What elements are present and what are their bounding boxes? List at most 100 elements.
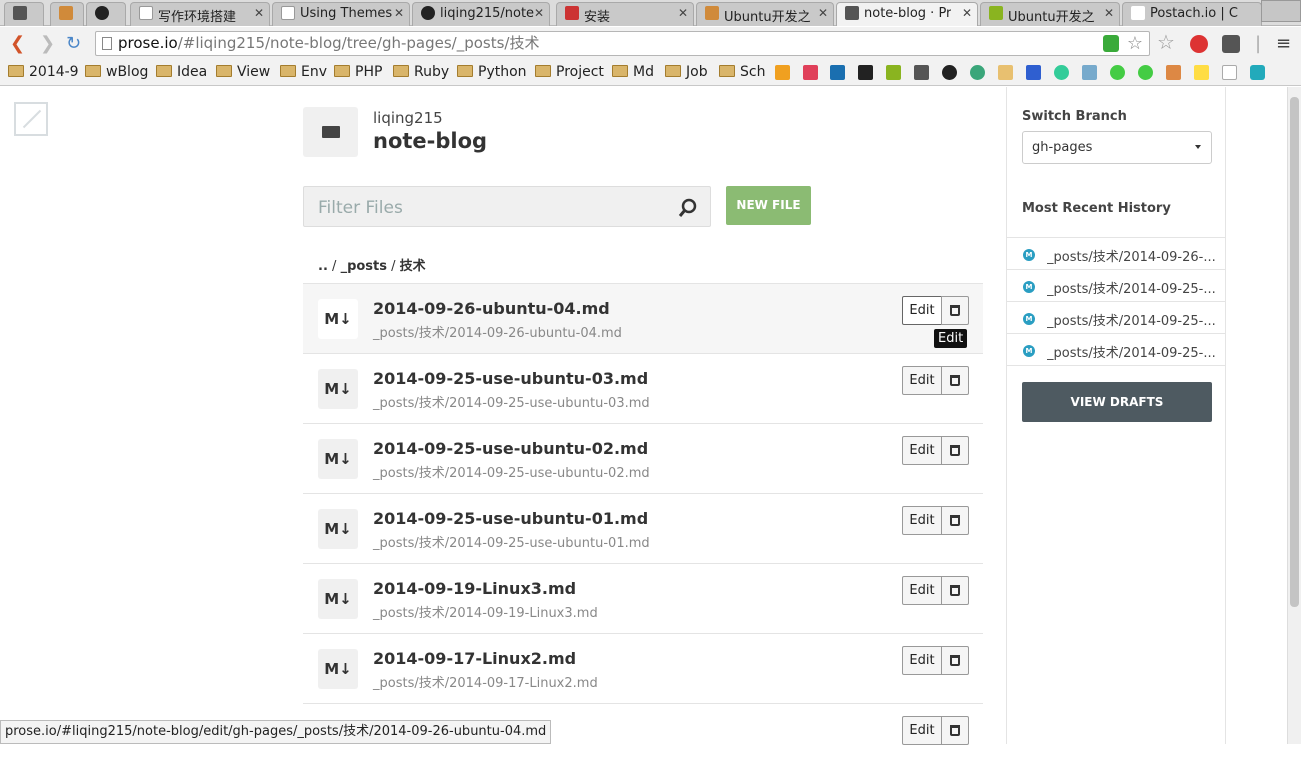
delete-button[interactable] bbox=[941, 716, 969, 745]
view-drafts-button[interactable]: VIEW DRAFTS bbox=[1022, 382, 1212, 422]
edit-button[interactable]: Edit bbox=[902, 436, 942, 465]
extension-icon[interactable] bbox=[1222, 35, 1240, 53]
tab-close-icon[interactable]: ✕ bbox=[1104, 6, 1114, 20]
delete-button[interactable] bbox=[941, 436, 969, 465]
file-row[interactable]: M↓ 2014-09-17-Linux2.md _posts/技术/2014-0… bbox=[303, 633, 983, 703]
branch-select[interactable]: gh-pages bbox=[1022, 131, 1212, 164]
prose-icon[interactable] bbox=[914, 65, 929, 80]
file-name[interactable]: 2014-09-19-Linux3.md bbox=[373, 579, 576, 598]
file-name[interactable]: 2014-09-25-use-ubuntu-03.md bbox=[373, 369, 648, 388]
edit-button[interactable]: Edit bbox=[902, 576, 942, 605]
delete-button[interactable] bbox=[941, 366, 969, 395]
bookmark-folder[interactable]: PHP bbox=[334, 64, 382, 80]
delete-button[interactable] bbox=[941, 576, 969, 605]
history-item[interactable]: M _posts/技术/2014-09-25-... bbox=[1007, 270, 1226, 302]
bookmark-star-icon[interactable]: ☆ bbox=[1157, 30, 1175, 54]
file-row[interactable]: M↓ 2014-09-25-use-ubuntu-02.md _posts/技术… bbox=[303, 423, 983, 493]
edit-button[interactable]: Edit bbox=[902, 716, 942, 745]
bookmark-folder[interactable]: Python bbox=[457, 64, 527, 80]
history-item[interactable]: M _posts/技术/2014-09-26-... bbox=[1007, 238, 1226, 270]
page-icon[interactable] bbox=[1222, 65, 1237, 80]
scrollbar-thumb[interactable] bbox=[1290, 97, 1299, 607]
bookmark-icon[interactable] bbox=[970, 65, 985, 80]
bookmark-folder[interactable]: Ruby bbox=[393, 64, 449, 80]
delete-button[interactable] bbox=[941, 296, 969, 325]
bookmark-folder[interactable]: Env bbox=[280, 64, 327, 80]
file-row[interactable]: M↓ 2014-09-25-use-ubuntu-03.md _posts/技术… bbox=[303, 353, 983, 423]
breadcrumb-posts[interactable]: _posts bbox=[341, 259, 387, 274]
bookmark-folder[interactable]: 2014-9 bbox=[8, 64, 79, 80]
chrome-icon[interactable] bbox=[1054, 65, 1069, 80]
tab-3[interactable]: 写作环境搭建 ✕ bbox=[130, 2, 270, 26]
file-name[interactable]: 2014-09-26-ubuntu-04.md bbox=[373, 299, 610, 318]
filter-files-input[interactable]: Filter Files bbox=[303, 186, 711, 227]
history-item[interactable]: M _posts/技术/2014-09-25-... bbox=[1007, 334, 1226, 366]
tab-close-icon[interactable]: ✕ bbox=[534, 6, 544, 20]
tab-close-icon[interactable]: ✕ bbox=[254, 6, 264, 20]
wechat-icon[interactable] bbox=[1110, 65, 1125, 80]
reload-icon[interactable]: ↻ bbox=[66, 33, 81, 54]
tab-1[interactable] bbox=[50, 2, 84, 26]
bookmark-folder[interactable]: Sch bbox=[719, 64, 765, 80]
bookmark-icon[interactable] bbox=[998, 65, 1013, 80]
delete-button[interactable] bbox=[941, 646, 969, 675]
bookmark-icon[interactable] bbox=[1194, 65, 1209, 80]
bookmark-icon[interactable] bbox=[830, 65, 845, 80]
tab-close-icon[interactable]: ✕ bbox=[962, 6, 972, 20]
edit-button[interactable]: Edit bbox=[902, 646, 942, 675]
bookmark-icon[interactable] bbox=[775, 65, 790, 80]
breadcrumb-up[interactable]: .. bbox=[318, 259, 328, 274]
tab-5[interactable]: liqing215/note ✕ bbox=[412, 2, 550, 26]
cloud-icon[interactable] bbox=[1082, 65, 1097, 80]
bookmark-folder[interactable]: Job bbox=[665, 64, 708, 80]
tab-0[interactable] bbox=[4, 2, 44, 26]
tab-8-active[interactable]: note-blog · Pr ✕ bbox=[836, 2, 978, 26]
back-icon[interactable]: ❮ bbox=[10, 33, 25, 54]
bookmark-icon[interactable] bbox=[1250, 65, 1265, 80]
new-file-button[interactable]: NEW FILE bbox=[726, 186, 811, 225]
file-name[interactable]: 2014-09-25-use-ubuntu-02.md bbox=[373, 439, 648, 458]
file-row[interactable]: M↓ 2014-09-26-ubuntu-04.md _posts/技术/201… bbox=[303, 283, 983, 353]
history-item[interactable]: M _posts/技术/2014-09-25-... bbox=[1007, 302, 1226, 334]
pocket-icon[interactable] bbox=[803, 65, 818, 80]
mark-icon[interactable] bbox=[886, 65, 901, 80]
shield-icon[interactable] bbox=[1103, 35, 1119, 52]
file-name[interactable]: 2014-09-17-Linux2.md bbox=[373, 649, 576, 668]
github-icon[interactable] bbox=[942, 65, 957, 80]
repo-name[interactable]: note-blog bbox=[373, 129, 487, 153]
prose-logo-icon[interactable] bbox=[14, 102, 48, 136]
bookmark-folder[interactable]: wBlog bbox=[85, 64, 148, 80]
bookmark-folder[interactable]: Idea bbox=[156, 64, 207, 80]
bookmark-folder[interactable]: Project bbox=[535, 64, 604, 80]
bookmark-icon[interactable] bbox=[1166, 65, 1181, 80]
tab-10[interactable]: Postach.io | C bbox=[1122, 2, 1262, 26]
pocket-check-icon[interactable] bbox=[1190, 35, 1208, 53]
delete-button[interactable] bbox=[941, 506, 969, 535]
medium-icon[interactable] bbox=[858, 65, 873, 80]
tab-4[interactable]: Using Themes ✕ bbox=[272, 2, 410, 26]
edit-button[interactable]: Edit bbox=[902, 296, 942, 325]
tab-2[interactable] bbox=[86, 2, 126, 26]
tab-close-icon[interactable]: ✕ bbox=[678, 6, 688, 20]
wechat-icon[interactable] bbox=[1138, 65, 1153, 80]
file-row[interactable]: M↓ 2014-09-25-use-ubuntu-01.md _posts/技术… bbox=[303, 493, 983, 563]
baidu-icon[interactable] bbox=[1026, 65, 1041, 80]
menu-icon[interactable]: ≡ bbox=[1276, 33, 1291, 54]
bookmark-folder[interactable]: View bbox=[216, 64, 270, 80]
tab-7[interactable]: Ubuntu开发之 ✕ bbox=[696, 2, 834, 26]
edit-button[interactable]: Edit bbox=[902, 506, 942, 535]
star-icon[interactable]: ☆ bbox=[1127, 32, 1143, 55]
tab-9[interactable]: Ubuntu开发之 ✕ bbox=[980, 2, 1120, 26]
bookmark-folder[interactable]: Md bbox=[612, 64, 654, 80]
forward-icon[interactable]: ❯ bbox=[40, 33, 55, 54]
file-row[interactable]: M↓ 2014-09-19-Linux3.md _posts/技术/2014-0… bbox=[303, 563, 983, 633]
repo-owner[interactable]: liqing215 bbox=[373, 109, 443, 127]
file-name[interactable]: 2014-09-25-use-ubuntu-01.md bbox=[373, 509, 648, 528]
new-tab-button[interactable] bbox=[1261, 0, 1301, 22]
tab-close-icon[interactable]: ✕ bbox=[394, 6, 404, 20]
edit-button[interactable]: Edit bbox=[902, 366, 942, 395]
page-scrollbar[interactable] bbox=[1287, 87, 1301, 744]
tab-6[interactable]: 安装 ✕ bbox=[556, 2, 694, 26]
tab-close-icon[interactable]: ✕ bbox=[818, 6, 828, 20]
address-bar[interactable]: prose.io/#liqing215/note-blog/tree/gh-pa… bbox=[95, 31, 1150, 56]
